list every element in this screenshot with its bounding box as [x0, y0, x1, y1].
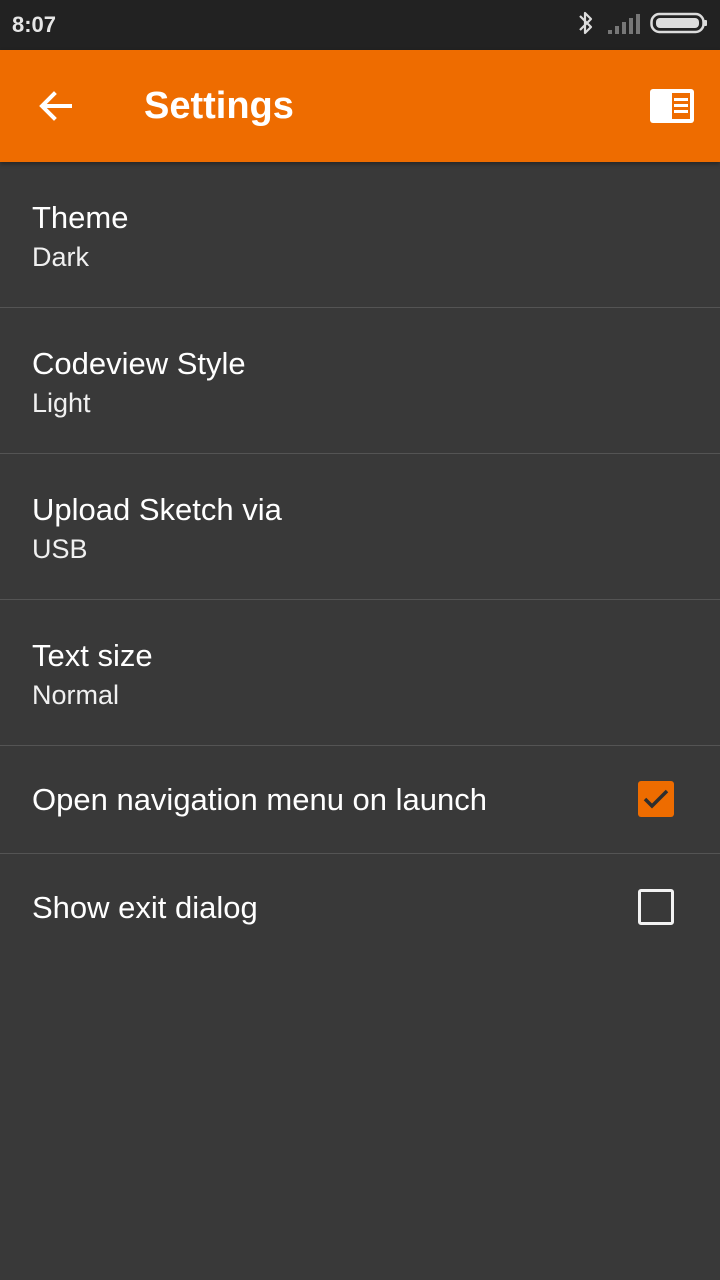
settings-list: Theme Dark Codeview Style Light Upload S…: [0, 162, 720, 962]
page-title: Settings: [144, 85, 294, 127]
setting-value: Light: [32, 388, 91, 418]
status-icons: [576, 9, 708, 42]
setting-title: Open navigation menu on launch: [32, 782, 487, 817]
checkbox-checked[interactable]: [638, 781, 674, 817]
status-bar: 8:07: [0, 0, 720, 50]
setting-open-nav-menu-on-launch[interactable]: Open navigation menu on launch: [0, 746, 720, 854]
setting-codeview-style[interactable]: Codeview Style Light: [0, 308, 720, 454]
check-icon: [643, 789, 669, 809]
setting-title: Upload Sketch via: [32, 492, 282, 527]
setting-title: Show exit dialog: [32, 890, 258, 925]
setting-show-exit-dialog[interactable]: Show exit dialog: [0, 854, 720, 962]
side-panel-icon[interactable]: [650, 89, 694, 123]
setting-value: Dark: [32, 242, 90, 272]
checkbox-unchecked[interactable]: [638, 889, 674, 925]
back-arrow-icon[interactable]: [38, 88, 74, 124]
setting-upload-sketch-via[interactable]: Upload Sketch via USB: [0, 454, 720, 600]
bluetooth-icon: [576, 9, 596, 42]
status-time: 8:07: [12, 12, 57, 37]
setting-theme[interactable]: Theme Dark: [0, 162, 720, 308]
app-bar: Settings: [0, 50, 720, 162]
setting-title: Codeview Style: [32, 346, 246, 381]
setting-title: Theme: [32, 200, 129, 235]
setting-title: Text size: [32, 638, 153, 673]
setting-value: Normal: [32, 680, 120, 710]
signal-icon: [606, 11, 640, 40]
setting-value: USB: [32, 534, 88, 564]
battery-icon: [650, 11, 708, 40]
setting-text-size[interactable]: Text size Normal: [0, 600, 720, 746]
